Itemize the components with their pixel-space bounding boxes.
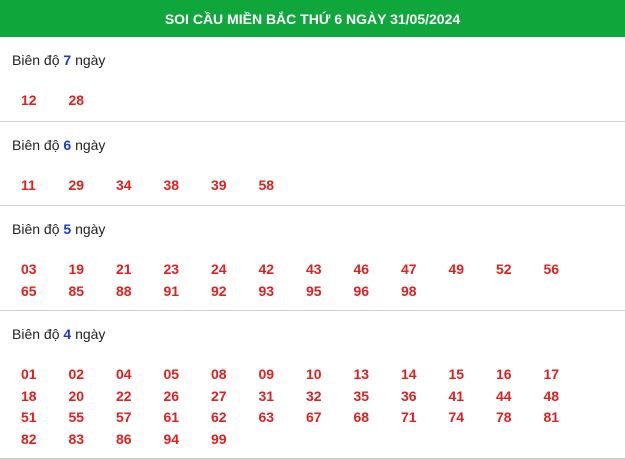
- lottery-number: 27: [211, 387, 227, 404]
- lottery-number: 14: [401, 366, 417, 382]
- lottery-number: 13: [353, 366, 370, 382]
- lottery-number: 52: [496, 261, 512, 277]
- lottery-number: 44: [496, 387, 512, 404]
- lottery-number: 15: [448, 366, 465, 382]
- lottery-number: 82: [21, 430, 37, 447]
- lottery-number: 96: [353, 282, 370, 299]
- lottery-number: 46: [353, 261, 370, 277]
- number-list: 03 19 21 23 24 42 43 46 47 49 52 56 65 85 88 91 92 93 95 96…: [0, 259, 625, 302]
- lottery-number: 81: [543, 409, 560, 425]
- lottery-number: 85: [68, 282, 85, 299]
- lottery-number: 35: [353, 387, 370, 404]
- lottery-number: 38: [163, 177, 180, 193]
- lottery-number: 62: [211, 409, 227, 425]
- lottery-number: 29: [68, 177, 85, 193]
- lottery-number: 91: [163, 282, 180, 299]
- lottery-number: 61: [163, 409, 180, 425]
- section-amplitude-6: Biên độ 6 ngày 11 29 34 38 39 58: [0, 122, 625, 206]
- lottery-number: 05: [163, 366, 180, 382]
- lottery-number: 09: [258, 366, 275, 382]
- label-suffix: ngày: [75, 137, 106, 153]
- section-label: Biên độ 5 ngày: [0, 218, 625, 240]
- lottery-number: 39: [211, 177, 227, 193]
- label-suffix: ngày: [75, 326, 106, 342]
- lottery-number: 19: [68, 261, 85, 277]
- lottery-number: 99: [211, 430, 227, 447]
- lottery-number: 63: [258, 409, 275, 425]
- section-label: Biên độ 4 ngày: [0, 323, 625, 345]
- lottery-number: 78: [496, 409, 512, 425]
- lottery-number: 55: [68, 409, 85, 425]
- number-list: 12 28: [0, 90, 625, 112]
- lottery-number: 86: [116, 430, 132, 447]
- lottery-number: 20: [68, 387, 85, 404]
- lottery-number: 92: [211, 282, 227, 299]
- lottery-number: 03: [21, 261, 37, 277]
- lottery-number: 34: [116, 177, 132, 193]
- label-suffix: ngày: [75, 52, 106, 68]
- lottery-number: 65: [21, 282, 37, 299]
- lottery-number: 58: [258, 177, 275, 193]
- lottery-number: 24: [211, 261, 227, 277]
- lottery-number: 49: [448, 261, 465, 277]
- lottery-number: 51: [21, 409, 37, 425]
- label-prefix: Biên độ: [12, 137, 60, 153]
- lottery-number: 10: [306, 366, 322, 382]
- lottery-number: 57: [116, 409, 132, 425]
- section-label: Biên độ 7 ngày: [0, 49, 625, 71]
- lottery-number: 01: [21, 366, 37, 382]
- lottery-number: 56: [543, 261, 560, 277]
- lottery-number: 31: [258, 387, 275, 404]
- label-prefix: Biên độ: [12, 326, 60, 342]
- number-list: 11 29 34 38 39 58: [0, 175, 625, 197]
- page-title: SOI CẦU MIỀN BẮC THỨ 6 NGÀY 31/05/2024: [0, 0, 625, 37]
- lottery-number: 71: [401, 409, 417, 425]
- lottery-number: 67: [306, 409, 322, 425]
- lottery-number: 17: [543, 366, 560, 382]
- lottery-number: 16: [496, 366, 512, 382]
- lottery-number: 26: [163, 387, 180, 404]
- lottery-number: 22: [116, 387, 132, 404]
- lottery-number: 21: [116, 261, 132, 277]
- lottery-number: 11: [21, 177, 36, 193]
- lottery-number: 74: [448, 409, 465, 425]
- lottery-number: 02: [68, 366, 85, 382]
- amplitude-value: 4: [63, 326, 72, 342]
- lottery-number: 43: [306, 261, 322, 277]
- section-label: Biên độ 6 ngày: [0, 134, 625, 156]
- section-amplitude-5: Biên độ 5 ngày 03 19 21 23 24 42 43 46 47 49 52 56 6…: [0, 206, 625, 311]
- lottery-number: 23: [163, 261, 180, 277]
- lottery-number: 12: [21, 92, 37, 108]
- lottery-number: 98: [401, 282, 417, 299]
- lottery-number: 18: [21, 387, 37, 404]
- lottery-number: 68: [353, 409, 370, 425]
- lottery-number: 48: [543, 387, 560, 404]
- amplitude-value: 6: [63, 137, 72, 153]
- amplitude-value: 5: [63, 221, 72, 237]
- section-amplitude-7: Biên độ 7 ngày 12 28: [0, 37, 625, 122]
- lottery-number: 08: [211, 366, 227, 382]
- lottery-number: 28: [68, 92, 85, 108]
- lottery-number: 32: [306, 387, 322, 404]
- lottery-number: 41: [448, 387, 465, 404]
- lottery-number: 36: [401, 387, 417, 404]
- label-prefix: Biên độ: [12, 221, 60, 237]
- lottery-number: 95: [306, 282, 322, 299]
- label-prefix: Biên độ: [12, 52, 60, 68]
- section-amplitude-4: Biên độ 4 ngày 01 02 04 05 08 09 10 13 14 15 16 17 1…: [0, 311, 625, 459]
- lottery-number: 42: [258, 261, 275, 277]
- lottery-number: 47: [401, 261, 417, 277]
- lottery-number: 94: [163, 430, 180, 447]
- lottery-number: 04: [116, 366, 132, 382]
- lottery-number: 88: [116, 282, 132, 299]
- lottery-number: 83: [68, 430, 85, 447]
- number-list: 01 02 04 05 08 09 10 13 14 15 16 17 18 20 22 26 27 31 32 35…: [0, 364, 625, 450]
- lottery-number: 93: [258, 282, 275, 299]
- label-suffix: ngày: [75, 221, 106, 237]
- amplitude-value: 7: [63, 52, 72, 68]
